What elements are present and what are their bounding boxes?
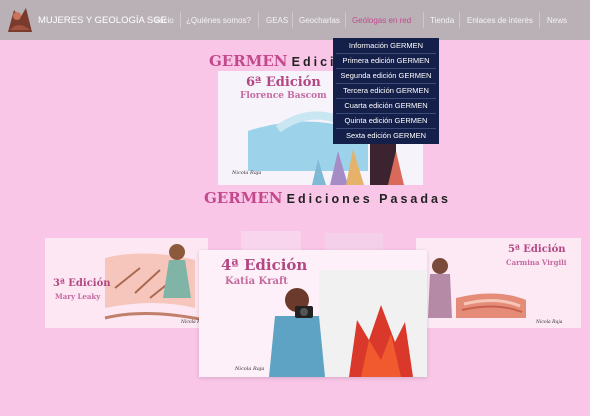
scientist-name: Carmina Virgili xyxy=(506,258,567,267)
nav-divider xyxy=(459,12,460,28)
brand-name[interactable]: MUJERES Y GEOLOGÍA SGE xyxy=(38,15,167,26)
nav-divider xyxy=(423,12,424,28)
scientist-name: Florence Bascom xyxy=(240,91,327,101)
scientist-name: Mary Leaky xyxy=(55,292,101,301)
heading-ediciones-pasadas: Ediciones Pasadas xyxy=(286,192,451,206)
third-edition-card[interactable]: 3ª Edición Mary Leaky Nicola Raja xyxy=(45,238,208,328)
fifth-edition-card[interactable]: 5ª Edición Carmina Virgili Nicola Raja xyxy=(416,238,581,328)
menu-item-cuarta-edicion[interactable]: Cuarta edición GERMEN xyxy=(333,98,439,113)
nav-enlaces-de-interes[interactable]: Enlaces de interés xyxy=(467,16,533,25)
nav-tienda[interactable]: Tienda xyxy=(430,16,454,25)
nav-divider xyxy=(180,12,181,28)
nav-geocharlas[interactable]: Geocharlas xyxy=(299,16,340,25)
menu-item-segunda-edicion[interactable]: Segunda edición GERMEN xyxy=(333,68,439,83)
nav-divider xyxy=(345,12,346,28)
nav-divider xyxy=(539,12,540,28)
edition-label: 3ª Edición xyxy=(53,278,111,289)
fourth-edition-card[interactable]: 4ª Edición Katia Kraft Nicola Raja xyxy=(199,250,427,377)
artist-signature: Nicola Raja xyxy=(536,320,563,325)
heading-germen: GERMEN xyxy=(204,189,283,207)
top-navbar: MUJERES Y GEOLOGÍA SGE Inicio ¿Quiénes s… xyxy=(0,0,590,40)
carousel-card-faded[interactable] xyxy=(241,231,301,251)
scientist-name: Katia Kraft xyxy=(225,276,288,287)
nav-divider xyxy=(292,12,293,28)
nav-geas[interactable]: GEAS xyxy=(266,16,288,25)
nav-quienes-somos[interactable]: ¿Quiénes somos? xyxy=(186,16,251,25)
heading-germen: GERMEN xyxy=(209,52,288,70)
site-logo[interactable] xyxy=(4,4,36,36)
menu-item-quinta-edicion[interactable]: Quinta edición GERMEN xyxy=(333,113,439,128)
menu-item-sexta-edicion[interactable]: Sexta edición GERMEN xyxy=(333,128,439,143)
artist-signature: Nicola Raja xyxy=(232,170,262,176)
nav-inicio[interactable]: Inicio xyxy=(155,16,174,25)
past-editions-heading: GERMEN Ediciones Pasadas xyxy=(204,189,451,207)
geologas-dropdown-menu: Información GERMEN Primera edición GERME… xyxy=(333,38,439,144)
carousel-card-faded[interactable] xyxy=(325,233,383,251)
nav-news[interactable]: News xyxy=(547,16,567,25)
menu-item-tercera-edicion[interactable]: Tercera edición GERMEN xyxy=(333,83,439,98)
edition-label: 5ª Edición xyxy=(508,244,566,255)
menu-item-primera-edicion[interactable]: Primera edición GERMEN xyxy=(333,53,439,68)
edition-label: 6ª Edición xyxy=(246,75,321,90)
current-edition-heading: GERMEN Edició xyxy=(209,52,347,70)
edition-label: 4ª Edición xyxy=(221,256,308,274)
menu-item-informacion-germen[interactable]: Información GERMEN xyxy=(333,38,439,53)
nav-geologas-en-red[interactable]: Geólogas en red xyxy=(352,16,411,25)
artist-signature: Nicola Raja xyxy=(235,366,265,372)
nav-divider xyxy=(258,12,259,28)
